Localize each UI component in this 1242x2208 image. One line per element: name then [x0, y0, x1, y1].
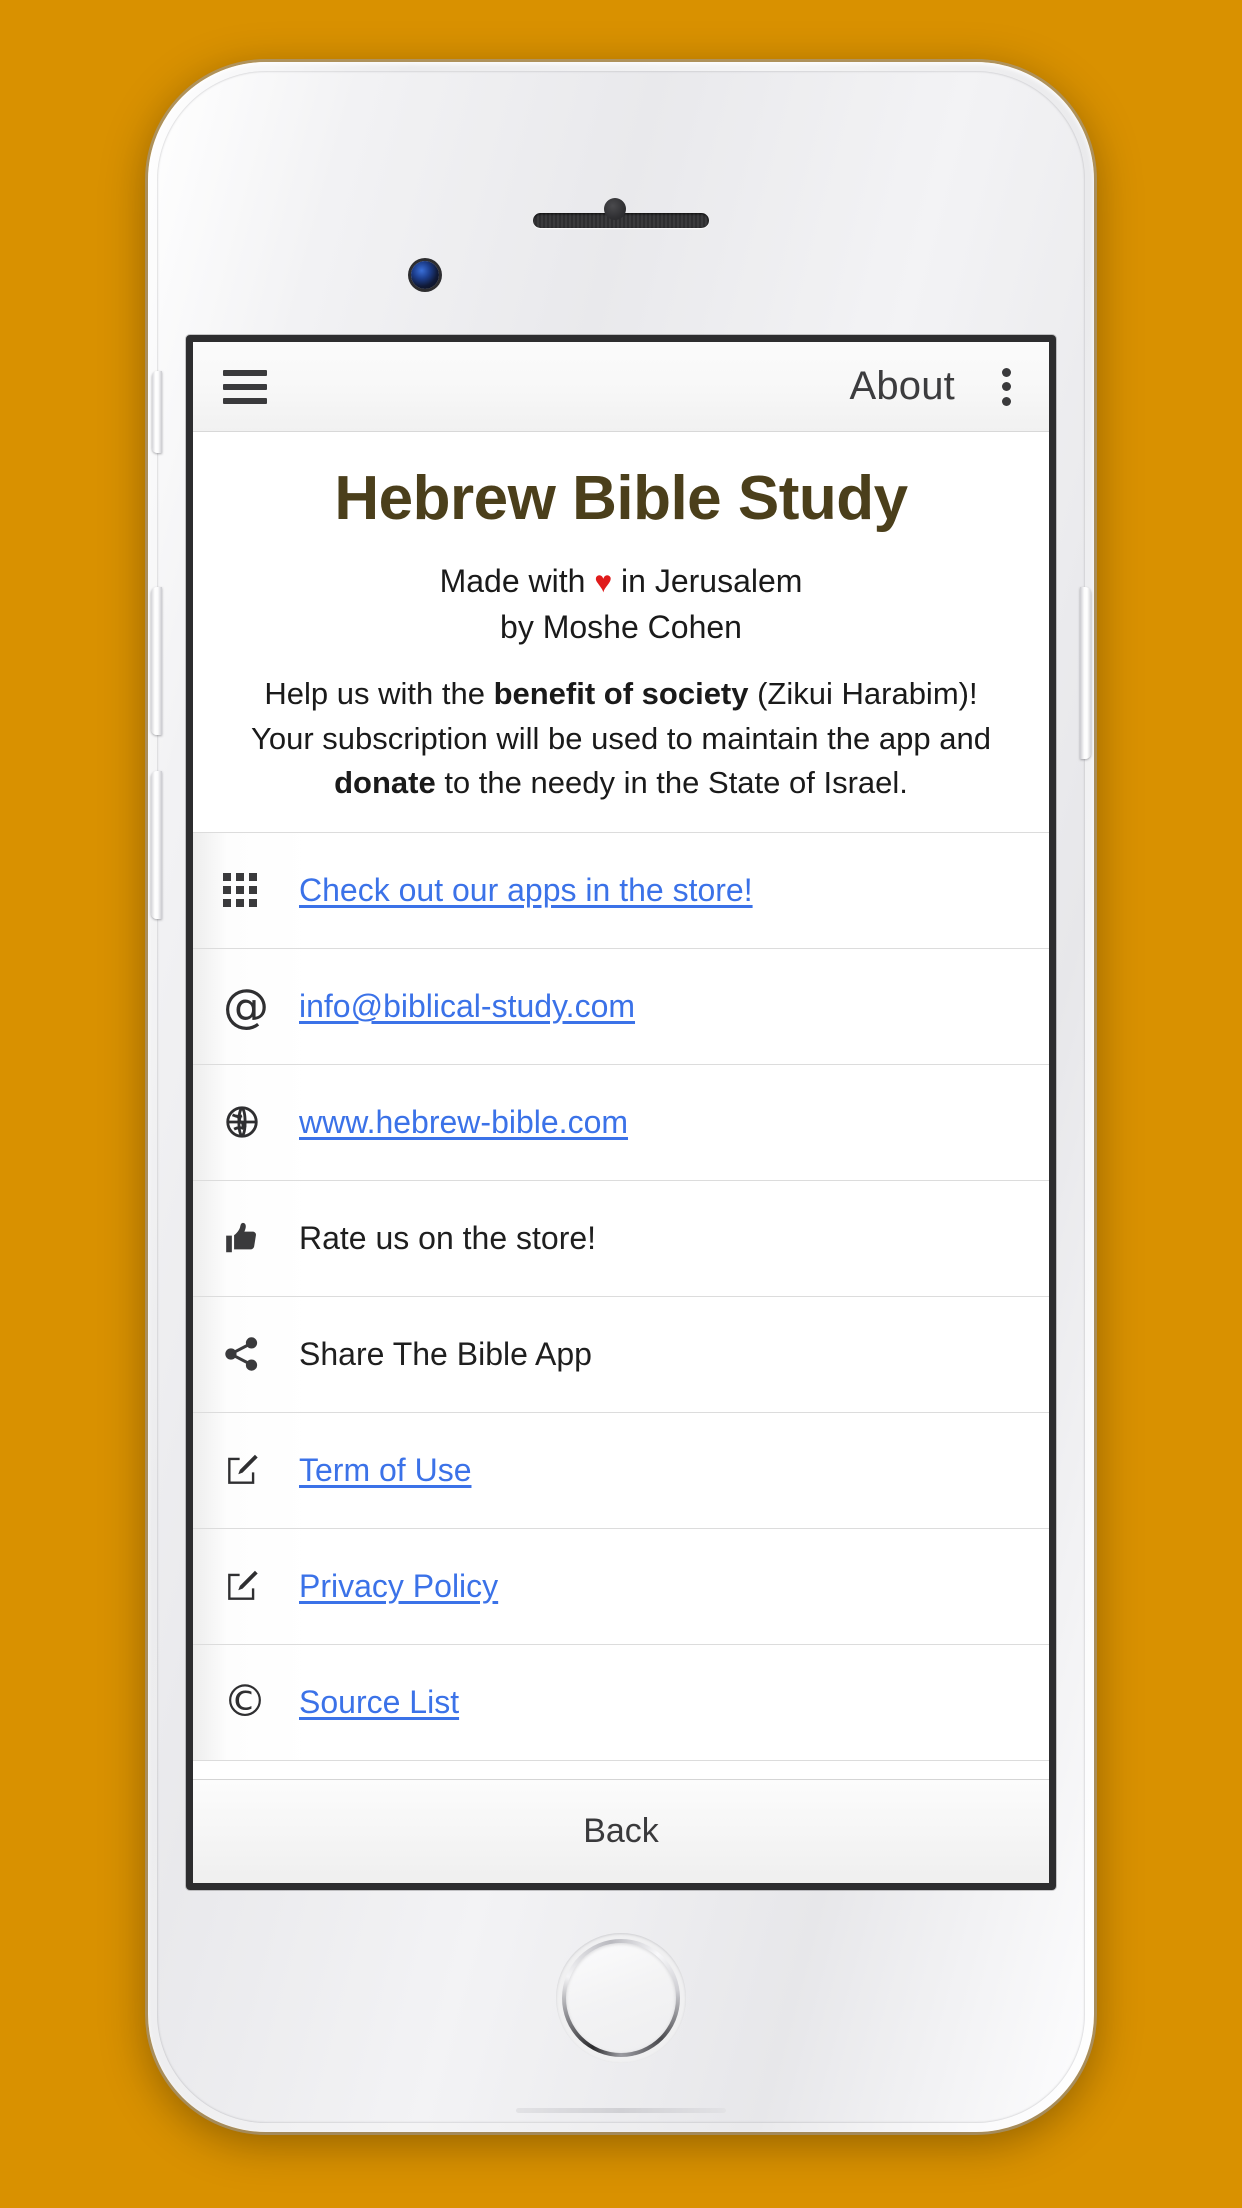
globe-icon [223, 1103, 293, 1141]
about-header: Hebrew Bible Study Made with ♥ in Jerusa… [193, 432, 1049, 833]
blurb-line1-a: Help us with the [264, 675, 494, 711]
list-item-label: Term of Use [299, 1451, 472, 1488]
hamburger-bar [223, 383, 267, 390]
power-button[interactable] [1080, 587, 1091, 759]
list-item-label: info@biblical-study.com [299, 987, 636, 1024]
list-item-apps[interactable]: Check out our apps in the store! [193, 832, 1049, 949]
hamburger-bar [223, 397, 267, 404]
back-button-label: Back [583, 1812, 659, 1850]
home-button[interactable] [556, 1933, 686, 2063]
list-item-label: www.hebrew-bible.com [299, 1103, 629, 1140]
page-title: About [849, 364, 955, 408]
phone-bezel: About Hebrew Bible Study Made with ♥ in … [151, 71, 1091, 2123]
list-item-share[interactable]: Share The Bible App [193, 1296, 1049, 1413]
app-name-heading: Hebrew Bible Study [334, 464, 908, 533]
phone-device: About Hebrew Bible Study Made with ♥ in … [148, 62, 1094, 2132]
list-item-label: Source List [299, 1683, 460, 1720]
app-bar: About [193, 342, 1049, 432]
list-item-label: Rate us on the store! [299, 1219, 597, 1256]
list-item-label: Privacy Policy [299, 1567, 499, 1604]
front-camera-icon [411, 261, 439, 289]
at-sign-icon: @ [223, 979, 269, 1034]
list-item-label: Share The Bible App [299, 1335, 592, 1372]
list-item-rate[interactable]: Rate us on the store! [193, 1180, 1049, 1297]
phone-screen: About Hebrew Bible Study Made with ♥ in … [186, 335, 1056, 1890]
volume-up-button[interactable] [151, 587, 162, 735]
blurb-emphasis-society: benefit of society [493, 675, 749, 711]
list-item-source-list[interactable]: © Source List [193, 1644, 1049, 1761]
list-item-email[interactable]: @ info@biblical-study.com [193, 948, 1049, 1065]
list-item-label: Check out our apps in the store! [299, 871, 753, 908]
volume-down-button[interactable] [151, 771, 162, 919]
list-item-terms[interactable]: Term of Use [193, 1412, 1049, 1529]
list-item-website[interactable]: www.hebrew-bible.com [193, 1064, 1049, 1181]
hamburger-icon[interactable] [223, 369, 267, 404]
apps-grid-icon [223, 873, 293, 908]
made-with-prefix: Made with [439, 562, 595, 599]
edit-square-icon [223, 1451, 293, 1489]
hamburger-bar [223, 369, 267, 376]
blurb-line3-b: to the needy in the State of Israel. [435, 765, 908, 801]
more-vertical-icon[interactable] [989, 364, 1023, 410]
silent-switch-button[interactable] [152, 371, 162, 453]
about-link-list: Check out our apps in the store! @ info@… [193, 832, 1049, 1779]
credits-text: Made with ♥ in Jerusalem by Moshe Cohen [227, 559, 1015, 650]
back-button[interactable]: Back [193, 1779, 1049, 1883]
copyright-icon: © [223, 1676, 267, 1728]
blurb-emphasis-donate: donate [334, 765, 436, 801]
proximity-sensor-icon [604, 198, 626, 220]
bottom-antenna-line [516, 2108, 726, 2113]
blurb-line2: Your subscription will be used to mainta… [251, 720, 991, 756]
list-item-privacy[interactable]: Privacy Policy [193, 1528, 1049, 1645]
overflow-dot [1001, 396, 1011, 406]
thumbs-up-icon [223, 1219, 293, 1257]
overflow-dot [1001, 367, 1011, 377]
author-line: by Moshe Cohen [500, 608, 742, 645]
share-icon [223, 1335, 293, 1373]
edit-square-icon [223, 1567, 293, 1605]
overflow-dot [1001, 382, 1011, 391]
blurb-line1-c: (Zikui Harabim)! [748, 675, 978, 711]
made-with-suffix: in Jerusalem [612, 562, 803, 599]
heart-icon: ♥ [594, 565, 613, 599]
donation-blurb: Help us with the benefit of society (Zik… [227, 672, 1015, 806]
